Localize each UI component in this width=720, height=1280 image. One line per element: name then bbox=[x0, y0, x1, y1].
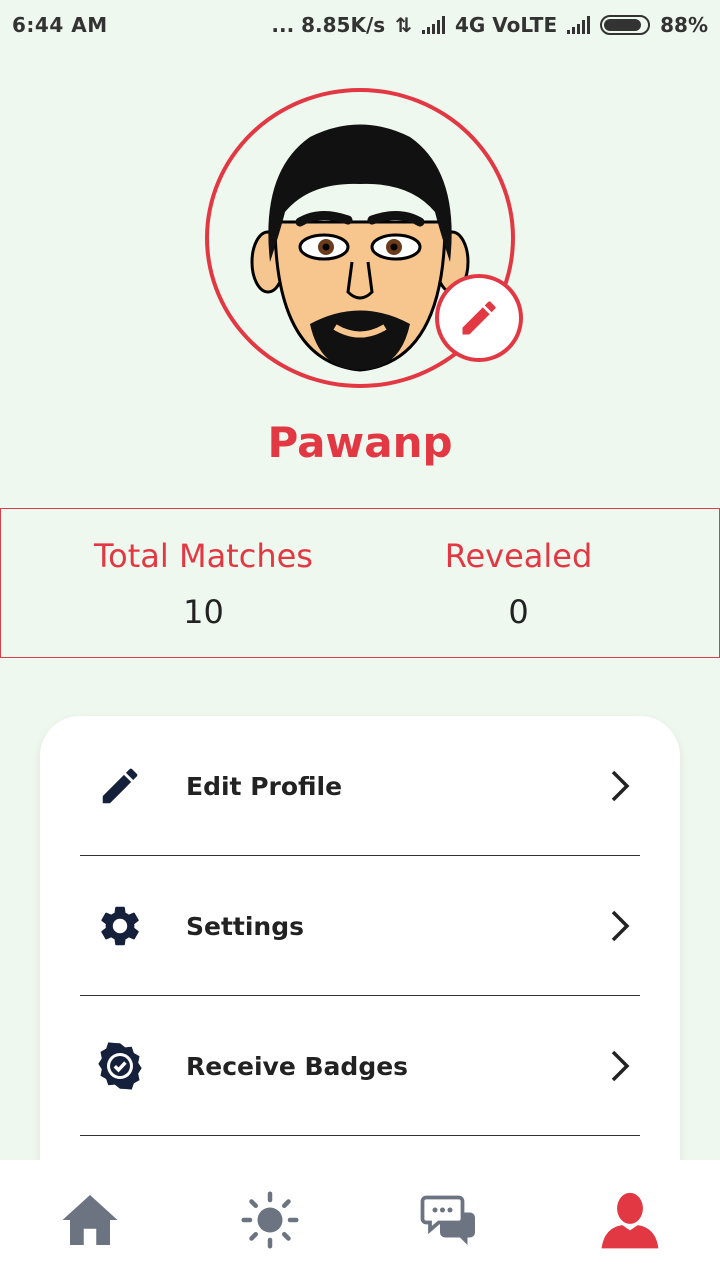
bottom-nav bbox=[0, 1160, 720, 1280]
username: Pawanp bbox=[267, 418, 453, 467]
chevron-right-icon bbox=[600, 909, 640, 943]
menu-item-label: Edit Profile bbox=[186, 771, 343, 801]
total-matches-stat: Total Matches 10 bbox=[1, 509, 406, 657]
status-indicators: ... 8.85K/s ⇅ 4G VoLTE 88% bbox=[271, 13, 708, 37]
status-time: 6:44 AM bbox=[12, 13, 108, 37]
battery-percent: 88% bbox=[660, 13, 708, 37]
revealed-label: Revealed bbox=[444, 537, 593, 575]
user-icon bbox=[601, 1192, 659, 1249]
divider bbox=[80, 1135, 640, 1136]
menu-item-receive-badges[interactable]: Receive Badges bbox=[80, 996, 640, 1136]
signal-icon-2 bbox=[567, 16, 591, 34]
battery-icon bbox=[600, 15, 651, 35]
chevron-right-icon bbox=[600, 769, 640, 803]
nav-chat[interactable] bbox=[410, 1180, 490, 1260]
chevron-right-icon bbox=[600, 1049, 640, 1083]
menu-item-edit-profile[interactable]: Edit Profile bbox=[80, 716, 640, 856]
gear-icon bbox=[80, 902, 160, 950]
edit-avatar-button[interactable] bbox=[435, 274, 523, 362]
signal-icon bbox=[421, 16, 445, 34]
badge-icon bbox=[80, 1040, 160, 1092]
chat-icon bbox=[420, 1195, 475, 1245]
menu-item-label: Settings bbox=[186, 911, 305, 941]
home-icon bbox=[62, 1195, 118, 1245]
revealed-value: 0 bbox=[508, 593, 529, 631]
status-bar: 6:44 AM ... 8.85K/s ⇅ 4G VoLTE 88% bbox=[0, 0, 720, 50]
profile-screen: 6:44 AM ... 8.85K/s ⇅ 4G VoLTE 88% Pawan… bbox=[0, 0, 720, 1280]
menu-item-settings[interactable]: Settings bbox=[80, 856, 640, 996]
nav-home[interactable] bbox=[50, 1180, 130, 1260]
sun-icon bbox=[241, 1191, 299, 1249]
nav-profile[interactable] bbox=[590, 1180, 670, 1260]
menu-card: Edit Profile Settings Receive Badges bbox=[40, 716, 680, 1236]
menu-item-label: Receive Badges bbox=[186, 1051, 409, 1081]
nav-explore[interactable] bbox=[230, 1180, 310, 1260]
network-speed: ... 8.85K/s bbox=[271, 13, 386, 37]
data-transfer-icon: ⇅ bbox=[395, 13, 412, 37]
pencil-icon bbox=[80, 763, 160, 809]
network-type: 4G VoLTE bbox=[454, 13, 558, 37]
pencil-icon bbox=[462, 301, 496, 335]
revealed-stat: Revealed 0 bbox=[406, 509, 631, 657]
total-matches-value: 10 bbox=[183, 593, 224, 631]
total-matches-label: Total Matches bbox=[94, 537, 313, 575]
stats-panel: Total Matches 10 Revealed 0 bbox=[0, 508, 720, 658]
